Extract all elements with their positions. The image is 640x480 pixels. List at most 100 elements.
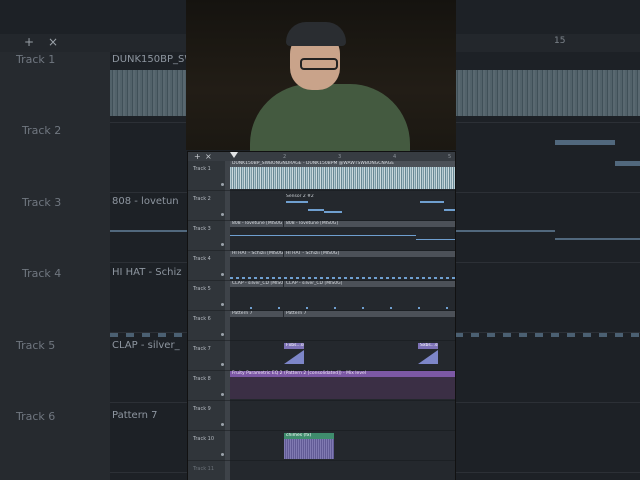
track-header[interactable]: Track 11 bbox=[188, 461, 225, 480]
track-row: Track 9 bbox=[188, 401, 455, 431]
audio-clip-header[interactable]: Fxbs...ss bbox=[284, 343, 304, 349]
track-header[interactable]: Track 9 bbox=[188, 401, 225, 431]
note bbox=[362, 307, 364, 309]
note bbox=[286, 201, 308, 203]
automation-clip-header[interactable]: Fruity Parametric EQ 2 (Pattern 2 [conso… bbox=[230, 371, 455, 377]
track-header[interactable]: Track 5 bbox=[188, 281, 225, 311]
background-note bbox=[455, 230, 555, 232]
background-track-label: Track 2 bbox=[22, 124, 62, 137]
note bbox=[416, 239, 455, 240]
track-mute-led[interactable] bbox=[221, 273, 224, 276]
track-row: Track 2 Sensor 2 #2 bbox=[188, 191, 455, 221]
background-note-dash bbox=[110, 333, 190, 337]
playlist-window: + × 2 3 4 5 Track 1 DUNK150BP_SWBONGNDRA… bbox=[188, 152, 455, 480]
track-header[interactable]: Track 1 bbox=[188, 161, 225, 191]
track-row: Track 6 Pattern 7 Pattern 7 bbox=[188, 311, 455, 341]
track-mute-led[interactable] bbox=[221, 393, 224, 396]
ruler-tick: 4 bbox=[393, 154, 397, 160]
track-mute-led[interactable] bbox=[221, 453, 224, 456]
person-cap bbox=[286, 22, 346, 46]
audio-clip-header[interactable]: Sxbs...ss bbox=[418, 343, 438, 349]
background-close-icon: × bbox=[48, 35, 59, 49]
note bbox=[334, 307, 336, 309]
background-note bbox=[555, 140, 615, 145]
track-mute-led[interactable] bbox=[221, 333, 224, 336]
track-lane[interactable]: Pattern 7 Pattern 7 bbox=[230, 311, 455, 341]
background-clip-label: CLAP - silver_ bbox=[112, 340, 180, 351]
pattern-clip-label[interactable]: Sensor 2 #2 bbox=[284, 194, 455, 200]
pattern-clip-header[interactable]: 808 - lovetune [MIS0G] bbox=[230, 221, 283, 227]
note bbox=[420, 201, 444, 203]
playlist-toolbar: + × 2 3 4 5 bbox=[188, 152, 455, 161]
track-name: Track 11 bbox=[193, 466, 215, 472]
close-button[interactable]: × bbox=[205, 152, 212, 161]
track-name: Track 7 bbox=[193, 346, 211, 352]
background-note bbox=[110, 230, 190, 232]
playhead-marker[interactable] bbox=[230, 152, 238, 158]
background-clip-label: DUNK150BP_SW bbox=[112, 54, 195, 65]
timeline-ruler[interactable]: 2 3 4 5 bbox=[230, 152, 455, 161]
note bbox=[308, 209, 324, 211]
track-lane[interactable]: Sensor 2 #2 bbox=[230, 191, 455, 221]
track-lane[interactable] bbox=[230, 401, 455, 431]
pattern-clip-header[interactable]: CLAP - silver_CD [MIS0G] bbox=[284, 281, 455, 287]
note bbox=[306, 307, 308, 309]
pattern-clip-header[interactable]: 808 - lovetune [MIS0G] bbox=[284, 221, 455, 227]
track-header[interactable]: Track 4 bbox=[188, 251, 225, 281]
track-lane[interactable]: Fruity Parametric EQ 2 (Pattern 2 [conso… bbox=[230, 371, 455, 401]
track-lane[interactable]: Fxbs...ss Sxbs...ss bbox=[230, 341, 455, 371]
note bbox=[444, 209, 455, 211]
note bbox=[250, 307, 252, 309]
person-glasses bbox=[300, 58, 338, 70]
pattern-clip-header[interactable]: HI HAT - Schizii [MIS0G] bbox=[230, 251, 283, 257]
audio-waveform bbox=[230, 167, 455, 189]
automation-body bbox=[230, 377, 455, 399]
track-name: Track 3 bbox=[193, 226, 211, 232]
track-mute-led[interactable] bbox=[221, 423, 224, 426]
note bbox=[446, 307, 448, 309]
track-row: Track 10 chimes (fx) bbox=[188, 431, 455, 461]
track-name: Track 5 bbox=[193, 286, 211, 292]
fx-waveform bbox=[284, 350, 304, 364]
fx-waveform bbox=[418, 350, 438, 364]
track-row: Track 11 bbox=[188, 461, 455, 480]
note bbox=[324, 211, 342, 213]
hihat-notes bbox=[230, 277, 455, 279]
track-lane[interactable]: 808 - lovetune [MIS0G] 808 - lovetune [M… bbox=[230, 221, 455, 251]
track-header[interactable]: Track 10 bbox=[188, 431, 225, 461]
track-name: Track 10 bbox=[193, 436, 215, 442]
track-row: Track 8 Fruity Parametric EQ 2 (Pattern … bbox=[188, 371, 455, 401]
track-name: Track 2 bbox=[193, 196, 211, 202]
background-note-dash bbox=[455, 333, 640, 337]
track-header[interactable]: Track 3 bbox=[188, 221, 225, 251]
track-header[interactable]: Track 7 bbox=[188, 341, 225, 371]
background-track-label: Track 3 bbox=[22, 196, 62, 209]
track-lane[interactable]: HI HAT - Schizii [MIS0G] HI HAT - Schizi… bbox=[230, 251, 455, 281]
track-header[interactable]: Track 8 bbox=[188, 371, 225, 401]
track-header[interactable]: Track 2 bbox=[188, 191, 225, 221]
pattern-clip-header[interactable]: CLAP - silver_CD [MIS0G] bbox=[230, 281, 283, 287]
track-lane[interactable] bbox=[230, 461, 455, 480]
track-name: Track 6 bbox=[193, 316, 211, 322]
track-mute-led[interactable] bbox=[221, 363, 224, 366]
background-note bbox=[555, 238, 640, 240]
track-mute-led[interactable] bbox=[221, 243, 224, 246]
track-list: Track 1 DUNK150BP_SWBONGNDRAGE - DUNK150… bbox=[188, 161, 455, 480]
background-note bbox=[615, 161, 640, 166]
pattern-clip-header[interactable]: Pattern 7 bbox=[230, 311, 283, 317]
track-mute-led[interactable] bbox=[221, 303, 224, 306]
pattern-clip-header[interactable]: Pattern 7 bbox=[284, 311, 455, 317]
pattern-clip-header[interactable]: HI HAT - Schizii [MIS0G] bbox=[284, 251, 455, 257]
add-track-button[interactable]: + bbox=[194, 152, 201, 161]
track-name: Track 4 bbox=[193, 256, 211, 262]
track-row: Track 5 CLAP - silver_CD [MIS0G] CLAP - … bbox=[188, 281, 455, 311]
track-lane[interactable]: chimes (fx) bbox=[230, 431, 455, 461]
track-mute-led[interactable] bbox=[221, 183, 224, 186]
track-mute-led[interactable] bbox=[221, 213, 224, 216]
track-header[interactable]: Track 6 bbox=[188, 311, 225, 341]
track-lane[interactable]: DUNK150BP_SWBONGNDRAGE - DUNK150BPM @WAW… bbox=[230, 161, 455, 191]
chimes-waveform bbox=[284, 439, 334, 459]
ruler-tick: 2 bbox=[283, 154, 287, 160]
note bbox=[278, 307, 280, 309]
track-lane[interactable]: CLAP - silver_CD [MIS0G] CLAP - silver_C… bbox=[230, 281, 455, 311]
